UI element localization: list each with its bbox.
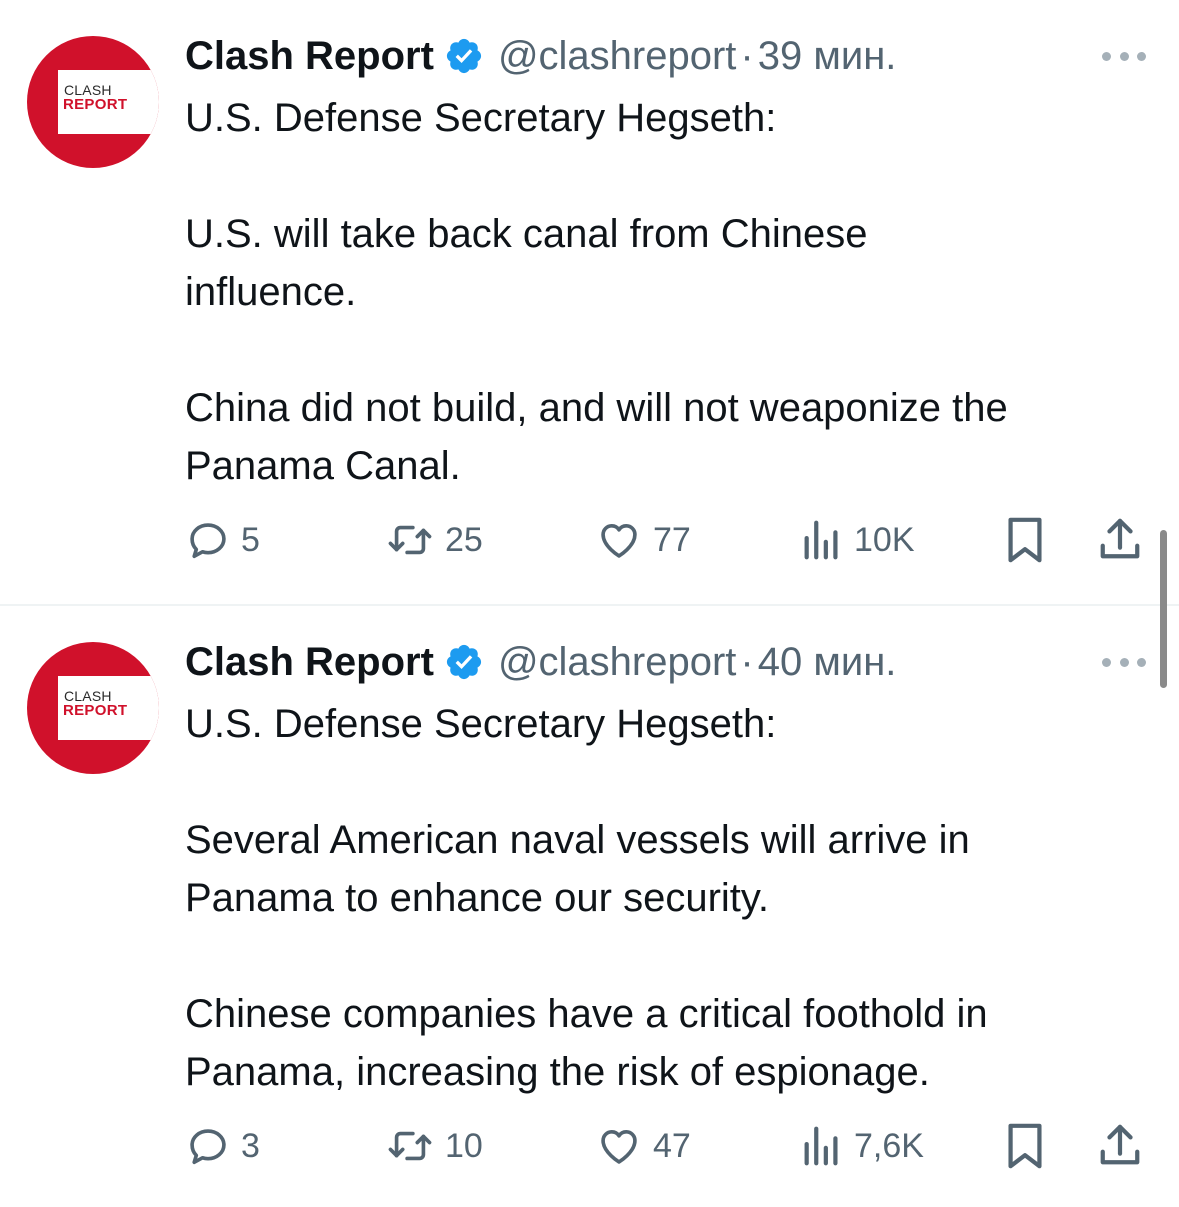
views-button[interactable]: 10K (800, 512, 915, 568)
retweet-button[interactable]: 10 (385, 1118, 483, 1174)
avatar-logo-bottom-text: REPORT (63, 702, 128, 719)
avatar-logo: CLASH REPORT (58, 676, 159, 740)
reply-button[interactable]: 5 (185, 512, 260, 568)
views-count: 10K (854, 520, 915, 559)
bookmark-button[interactable] (1003, 1118, 1047, 1174)
like-icon (601, 523, 637, 558)
tweet-paragraph: Chinese companies have a critical footho… (185, 992, 988, 1094)
more-icon[interactable] (1102, 44, 1146, 68)
verified-badge-icon (444, 36, 484, 76)
share-button[interactable] (1097, 1118, 1143, 1174)
tweet-header: Clash Report @clashreport · 39 мин. (185, 30, 1139, 82)
tweet-paragraph: China did not build, and will not weapon… (185, 386, 1008, 488)
views-count: 7,6K (854, 1126, 924, 1165)
tweet-timestamp[interactable]: 39 мин. (758, 34, 897, 79)
tweet-paragraph: U.S. Defense Secretary Hegseth: (185, 702, 777, 746)
bookmark-button[interactable] (1003, 512, 1047, 568)
bookmark-icon (1008, 1123, 1042, 1169)
header-separator: · (740, 33, 754, 78)
like-count: 77 (653, 520, 691, 559)
tweet-header: Clash Report @clashreport · 40 мин. (185, 636, 1139, 688)
tweet[interactable]: CLASH REPORT Clash Report @clashreport ·… (0, 0, 1179, 604)
avatar-logo-bottom-text: REPORT (63, 96, 128, 113)
tweet-timestamp[interactable]: 40 мин. (758, 640, 897, 685)
like-button[interactable]: 47 (595, 1118, 691, 1174)
share-icon (1100, 518, 1140, 559)
tweet-text: U.S. Defense Secretary Hegseth: U.S. wil… (185, 89, 1145, 495)
reply-count: 3 (241, 1126, 260, 1165)
tweet-actions: 5 25 77 10K (185, 512, 1149, 568)
retweet-count: 25 (445, 520, 483, 559)
reply-icon (190, 1129, 226, 1165)
views-icon (804, 1126, 838, 1166)
reply-button[interactable]: 3 (185, 1118, 260, 1174)
like-icon (601, 1129, 637, 1164)
tweet-paragraph: U.S. Defense Secretary Hegseth: (185, 96, 777, 140)
reply-count: 5 (241, 520, 260, 559)
header-separator: · (740, 639, 754, 684)
share-button[interactable] (1097, 512, 1143, 568)
views-icon (804, 520, 838, 560)
views-button[interactable]: 7,6K (800, 1118, 924, 1174)
scrollbar[interactable] (1160, 530, 1167, 688)
tweet-actions: 3 10 47 7,6K (185, 1118, 1149, 1174)
avatar-logo: CLASH REPORT (58, 70, 159, 134)
avatar[interactable]: CLASH REPORT (27, 36, 159, 168)
author-handle[interactable]: @clashreport (498, 640, 736, 685)
author-handle[interactable]: @clashreport (498, 34, 736, 79)
tweet-paragraph: Several American naval vessels will arri… (185, 818, 970, 920)
bookmark-icon (1008, 517, 1042, 563)
retweet-icon (388, 1131, 432, 1161)
avatar[interactable]: CLASH REPORT (27, 642, 159, 774)
author-name[interactable]: Clash Report (185, 640, 434, 685)
author-name[interactable]: Clash Report (185, 34, 434, 79)
verified-badge-icon (444, 642, 484, 682)
reply-icon (190, 523, 226, 559)
like-button[interactable]: 77 (595, 512, 691, 568)
retweet-icon (388, 525, 432, 555)
more-icon[interactable] (1102, 650, 1146, 674)
share-icon (1100, 1124, 1140, 1165)
tweet-paragraph: U.S. will take back canal from Chinese i… (185, 212, 868, 314)
retweet-count: 10 (445, 1126, 483, 1165)
tweet[interactable]: CLASH REPORT Clash Report @clashreport ·… (0, 606, 1179, 1207)
retweet-button[interactable]: 25 (385, 512, 483, 568)
like-count: 47 (653, 1126, 691, 1165)
tweet-text: U.S. Defense Secretary Hegseth: Several … (185, 695, 1145, 1101)
